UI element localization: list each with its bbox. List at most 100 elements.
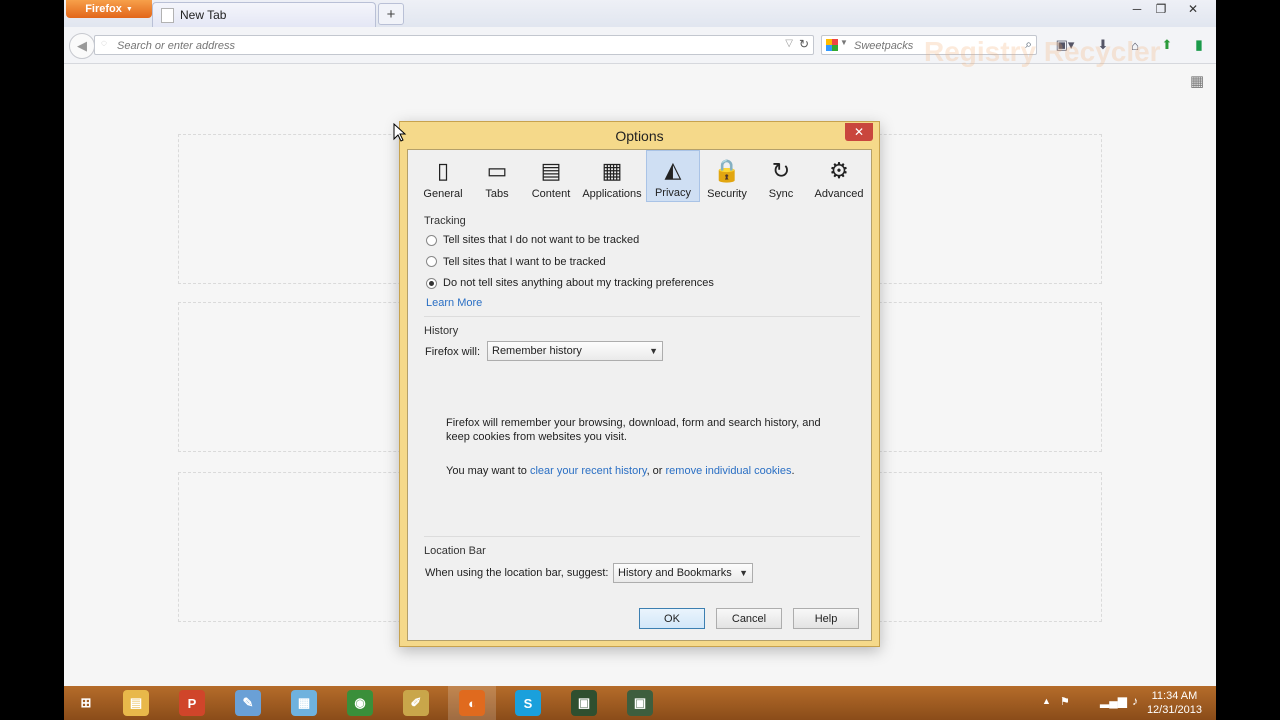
radio-button[interactable] — [426, 256, 437, 267]
taskbar-app[interactable]: ▤ — [112, 686, 160, 720]
history-suggestion: You may want to clear your recent histor… — [446, 464, 836, 478]
clock-date: 12/31/2013 — [1146, 704, 1202, 716]
history-description: Firefox will remember your browsing, dow… — [446, 417, 821, 443]
taskbar-app[interactable]: ✐ — [392, 686, 440, 720]
firefox-menu-button[interactable]: Firefox ▼ — [66, 0, 152, 18]
ok-button[interactable]: OK — [639, 608, 705, 629]
taskbar-app[interactable]: ✎ — [224, 686, 272, 720]
pane-selector: ▯ General ▭ Tabs ▤ Content ▦ Applications ◭ Priva… — [416, 150, 870, 202]
suggestion-or: , or — [646, 465, 666, 477]
tracking-heading: Tracking — [424, 215, 466, 227]
tracking-option[interactable]: Do not tell sites anything about my trac… — [426, 277, 714, 289]
pen-app-icon: ✐ — [403, 690, 429, 716]
taskbar-app[interactable]: ▦ — [280, 686, 328, 720]
content-icon: ▤ — [540, 158, 562, 183]
tabs-icon: ▭ — [486, 158, 508, 183]
divider — [424, 536, 860, 537]
start-icon: ⊞ — [80, 695, 92, 710]
history-mode-select[interactable]: Remember history ▼ — [487, 341, 663, 361]
pane-privacy[interactable]: ◭ Privacy — [646, 150, 700, 202]
terminal-icon: ▣ — [571, 690, 597, 716]
network-icon[interactable]: ▂▄▆ — [1100, 694, 1127, 708]
radio-button[interactable] — [426, 234, 437, 246]
lock-icon: 🔒 — [713, 158, 741, 183]
taskbar-app[interactable]: P — [168, 686, 216, 720]
watermark-logo: Registry Recycler — [924, 36, 1161, 67]
dropdown-icon[interactable]: ▽ — [785, 38, 793, 49]
radio-button[interactable] — [426, 277, 437, 289]
addon-id-icon[interactable]: ▮ — [1190, 36, 1208, 54]
taskbar-app[interactable]: ▣ — [560, 686, 608, 720]
remove-cookies-link[interactable]: remove individual cookies — [666, 465, 792, 477]
identity-icon: ◌ — [101, 38, 107, 49]
taskbar-app[interactable]: ⊞ — [62, 686, 110, 720]
skype-icon: S — [515, 690, 541, 716]
powerpoint-icon: P — [179, 690, 205, 716]
location-suggest-select[interactable]: History and Bookmarks ▼ — [613, 563, 753, 583]
taskbar-app[interactable]: ◐ — [448, 686, 496, 720]
tab-new-tab[interactable]: New Tab — [152, 2, 376, 27]
pane-advanced[interactable]: ⚙ Advanced — [808, 150, 870, 202]
pane-label: Tabs — [485, 188, 509, 200]
chrome-icon: ◉ — [347, 690, 373, 716]
location-suggest-label: When using the location bar, suggest: — [425, 567, 609, 579]
show-hidden-icons-icon[interactable]: ▲ — [1042, 696, 1051, 706]
gear-icon: ⚙ — [829, 158, 849, 183]
flag-icon[interactable]: ⚑ — [1060, 695, 1070, 708]
history-heading: History — [424, 325, 459, 337]
tab-strip: Firefox ▼ New Tab + ─ ❐ ✕ — [64, 0, 1216, 27]
taskbar-app[interactable]: S — [504, 686, 552, 720]
chevron-down-icon: ▼ — [739, 568, 748, 578]
pane-sync[interactable]: ↻ Sync — [754, 150, 808, 202]
taskbar: ⊞ ▤ P ✎ ▦ ◉ ✐ ◐ S ▣ ▣ ▲ ⚑ ▂▄▆ ♪ 11:34 AM 12/31/201… — [64, 686, 1216, 720]
back-button[interactable]: ◀ — [69, 33, 95, 59]
location-suggest-value: History and Bookmarks — [618, 567, 732, 579]
pane-label: Applications — [582, 188, 642, 200]
close-window-button[interactable]: ✕ — [1179, 0, 1207, 18]
pane-label: Security — [707, 188, 747, 200]
clock[interactable]: 11:34 AM 12/31/2013 — [1147, 689, 1202, 717]
pane-label: General — [423, 188, 463, 200]
pane-label: Sync — [768, 188, 794, 200]
firefox-icon: ◐ — [459, 690, 485, 716]
cancel-button[interactable]: Cancel — [716, 608, 782, 629]
dialog-close-button[interactable]: ✕ — [845, 123, 873, 141]
mask-icon: ◭ — [664, 157, 682, 182]
clear-recent-history-link[interactable]: clear your recent history — [530, 465, 647, 477]
page-icon — [161, 7, 174, 23]
suggestion-suffix: . — [791, 465, 795, 477]
reload-icon[interactable]: ↻ — [799, 37, 809, 51]
chevron-down-icon[interactable]: ▼ — [840, 38, 848, 47]
url-input[interactable] — [115, 37, 759, 55]
restore-button[interactable]: ❐ — [1147, 0, 1175, 18]
terminal-alt-icon: ▣ — [627, 690, 653, 716]
firefox-menu-label: Firefox — [85, 3, 122, 15]
tracking-option[interactable]: Tell sites that I do not want to be trac… — [426, 234, 639, 246]
pane-applications[interactable]: ▦ Applications — [578, 150, 646, 202]
learn-more-link[interactable]: Learn More — [426, 297, 482, 309]
history-mode-value: Remember history — [492, 345, 582, 357]
chevron-down-icon: ▼ — [125, 5, 133, 13]
grid-toggle-icon[interactable]: ▦ — [1190, 72, 1204, 90]
pane-label: Privacy — [654, 187, 692, 199]
radio-label: Do not tell sites anything about my trac… — [443, 277, 714, 289]
search-engine-icon[interactable] — [826, 39, 838, 51]
dialog-title: Options — [615, 128, 664, 144]
pane-content[interactable]: ▤ Content — [524, 150, 578, 202]
pane-security[interactable]: 🔒 Security — [700, 150, 754, 202]
pane-label: Advanced — [814, 188, 864, 200]
switch-icon: ▯ — [436, 158, 450, 183]
pane-tabs[interactable]: ▭ Tabs — [470, 150, 524, 202]
dialog-body: ▯ General ▭ Tabs ▤ Content ▦ Applications ◭ Priva… — [407, 149, 872, 641]
taskbar-app[interactable]: ▣ — [616, 686, 664, 720]
file-explorer-icon: ▤ — [123, 690, 149, 716]
url-bar[interactable]: ◌ ▽ ↻ — [94, 35, 814, 55]
new-tab-button[interactable]: + — [378, 3, 404, 25]
volume-icon[interactable]: ♪ — [1132, 694, 1138, 708]
notepad-icon: ▦ — [291, 690, 317, 716]
help-button[interactable]: Help — [793, 608, 859, 629]
tracking-option[interactable]: Tell sites that I want to be tracked — [426, 256, 606, 268]
pane-general[interactable]: ▯ General — [416, 150, 470, 202]
taskbar-app[interactable]: ◉ — [336, 686, 384, 720]
suggestion-prefix: You may want to — [446, 465, 530, 477]
